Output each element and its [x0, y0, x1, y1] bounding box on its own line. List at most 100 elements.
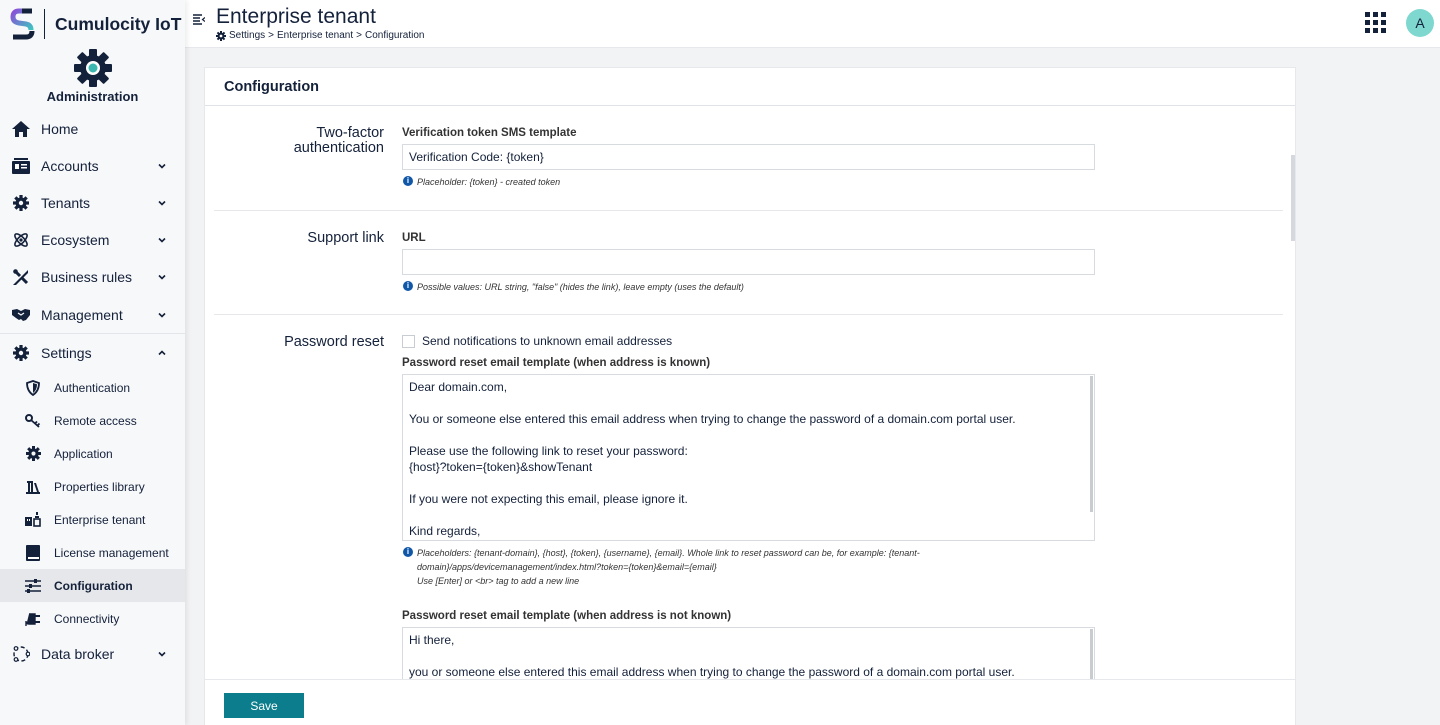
textarea-line: Please use the following link to reset y… [409, 444, 688, 458]
data-broker-icon [11, 645, 31, 663]
sidebar-item-data-broker[interactable]: Data broker [0, 635, 185, 672]
chevron-down-icon [158, 651, 166, 657]
textarea-line: Kind regards, [409, 524, 481, 538]
app-switch-block: Administration [0, 48, 185, 110]
app-switcher-icon[interactable] [1365, 12, 1386, 33]
chevron-down-icon [158, 275, 166, 280]
unknown-email-checkbox-row[interactable]: Send notifications to unknown email addr… [402, 334, 672, 348]
sidebar-item-label: Tenants [41, 194, 91, 211]
brand-divider [44, 9, 45, 39]
section-label-line: authentication [293, 140, 384, 156]
sidebar-item-business-rules[interactable]: Business rules [0, 259, 185, 296]
chevron-down-icon [158, 312, 166, 318]
card-title: Configuration [205, 68, 1295, 106]
info-icon: i [403, 176, 413, 186]
sidebar-item-tenants[interactable]: Tenants [0, 184, 185, 221]
app-name: Administration [46, 89, 139, 104]
page-scrollbar[interactable] [1291, 155, 1295, 241]
unknown-email-checkbox[interactable] [402, 334, 415, 348]
section-label-line: Two-factor [316, 125, 384, 141]
sidebar-subitem-connectivity[interactable]: Connectivity [0, 602, 185, 635]
sidebar-subitem-authentication[interactable]: Authentication [0, 371, 185, 404]
sidebar-item-settings[interactable]: Settings [0, 334, 185, 371]
key-icon [24, 413, 42, 429]
sidebar-item-accounts[interactable]: Accounts [0, 147, 185, 184]
chevron-up-icon [158, 350, 166, 355]
textarea-line [409, 475, 1088, 491]
chevron-down-icon [158, 163, 166, 169]
sidebar-subitem-label: License management [54, 545, 169, 560]
brand: Cumulocity IoT [0, 0, 185, 48]
breadcrumb-settings[interactable]: Settings [229, 30, 265, 41]
sidebar-subitem-enterprise-tenant[interactable]: Enterprise tenant [0, 503, 185, 536]
top-header: Enterprise tenant Settings > Enterprise … [185, 0, 1440, 48]
known-template-hint: i Placeholders: {tenant-domain}, {host},… [403, 546, 943, 588]
textarea-line: you or someone else entered this email a… [409, 665, 1015, 679]
gear-icon [11, 194, 31, 212]
book-icon [24, 544, 42, 561]
hint-line: Placeholders: {tenant-domain}, {host}, {… [417, 548, 920, 558]
accounts-icon [11, 157, 31, 175]
sidebar-item-ecosystem[interactable]: Ecosystem [0, 222, 185, 259]
breadcrumb: Settings > Enterprise tenant > Configura… [216, 30, 424, 41]
hint-line: Use [Enter] or <br> tag to add a new lin… [417, 576, 580, 586]
info-icon: i [403, 281, 413, 291]
url-input[interactable] [402, 249, 1095, 275]
gear-icon [24, 446, 42, 462]
tools-icon [11, 268, 31, 286]
sidebar-toggle-icon[interactable] [193, 14, 205, 26]
known-template-textarea[interactable]: Dear domain.com, You or someone else ent… [402, 374, 1095, 541]
support-link-section: Support link URL i Possible values: URL … [214, 211, 1283, 315]
textarea-line [409, 395, 1088, 411]
breadcrumb-separator: > [268, 30, 274, 41]
textarea-line: You or someone else entered this email a… [409, 412, 1016, 426]
sidebar-subitem-license-management[interactable]: License management [0, 536, 185, 569]
sidebar: Cumulocity IoT Administration Home Accou… [0, 0, 185, 725]
sidebar-subitem-properties-library[interactable]: Properties library [0, 470, 185, 503]
url-hint: i Possible values: URL string, "false" (… [403, 280, 744, 294]
unknown-email-checkbox-label: Send notifications to unknown email addr… [422, 334, 673, 348]
sidebar-subitem-label: Configuration [54, 578, 133, 593]
unknown-template-label: Password reset email template (when addr… [402, 610, 732, 622]
sidebar-subitem-application[interactable]: Application [0, 437, 185, 470]
section-label-password-reset: Password reset [284, 334, 384, 350]
gear-icon [11, 344, 31, 362]
sidebar-subitem-label: Remote access [54, 413, 137, 428]
enterprise-icon [24, 512, 42, 528]
page-title: Enterprise tenant [216, 5, 376, 28]
sidebar-item-label: Ecosystem [41, 232, 110, 249]
textarea-line [409, 507, 1088, 523]
hint-text: Placeholders: {tenant-domain}, {host}, {… [417, 546, 920, 588]
sms-template-input[interactable] [402, 144, 1095, 170]
sidebar-subitem-configuration[interactable]: Configuration [0, 569, 185, 603]
textarea-scrollbar[interactable] [1090, 376, 1093, 512]
card-body: Two-factor authentication Verification t… [205, 106, 1295, 679]
sidebar-item-label: Business rules [41, 269, 133, 286]
breadcrumb-enterprise-tenant[interactable]: Enterprise tenant [277, 30, 353, 41]
sidebar-subitem-label: Authentication [54, 380, 131, 395]
section-label-two-factor: Two-factor authentication [214, 126, 384, 156]
home-icon [11, 120, 31, 138]
textarea-line: Dear domain.com, [409, 380, 508, 394]
cumulocity-logo-icon [10, 8, 35, 40]
sidebar-subitem-label: Application [54, 446, 113, 461]
sidebar-item-label: Settings [41, 344, 92, 361]
user-avatar[interactable]: A [1406, 9, 1434, 37]
sidebar-item-management[interactable]: Management [0, 296, 185, 333]
brand-name: Cumulocity IoT [55, 13, 182, 34]
gear-icon [216, 30, 226, 41]
sidebar-subitem-remote-access[interactable]: Remote access [0, 404, 185, 437]
two-factor-section: Two-factor authentication Verification t… [214, 106, 1283, 211]
textarea-scrollbar[interactable] [1090, 629, 1093, 679]
save-button[interactable]: Save [224, 693, 304, 718]
section-label-support-link: Support link [307, 230, 384, 246]
password-reset-section: Password reset Send notifications to unk… [214, 315, 1283, 679]
sidebar-item-home[interactable]: Home [0, 110, 185, 147]
sms-template-label: Verification token SMS template [402, 127, 577, 139]
chevron-down-icon [158, 238, 166, 243]
card-footer: Save [205, 679, 1295, 725]
unknown-template-textarea[interactable]: Hi there, you or someone else entered th… [402, 627, 1095, 679]
shield-icon [24, 379, 42, 396]
hint-text: Placeholder: {token} - created token [417, 177, 561, 187]
textarea-line: {host}?token={token}&showTenant [409, 460, 593, 474]
